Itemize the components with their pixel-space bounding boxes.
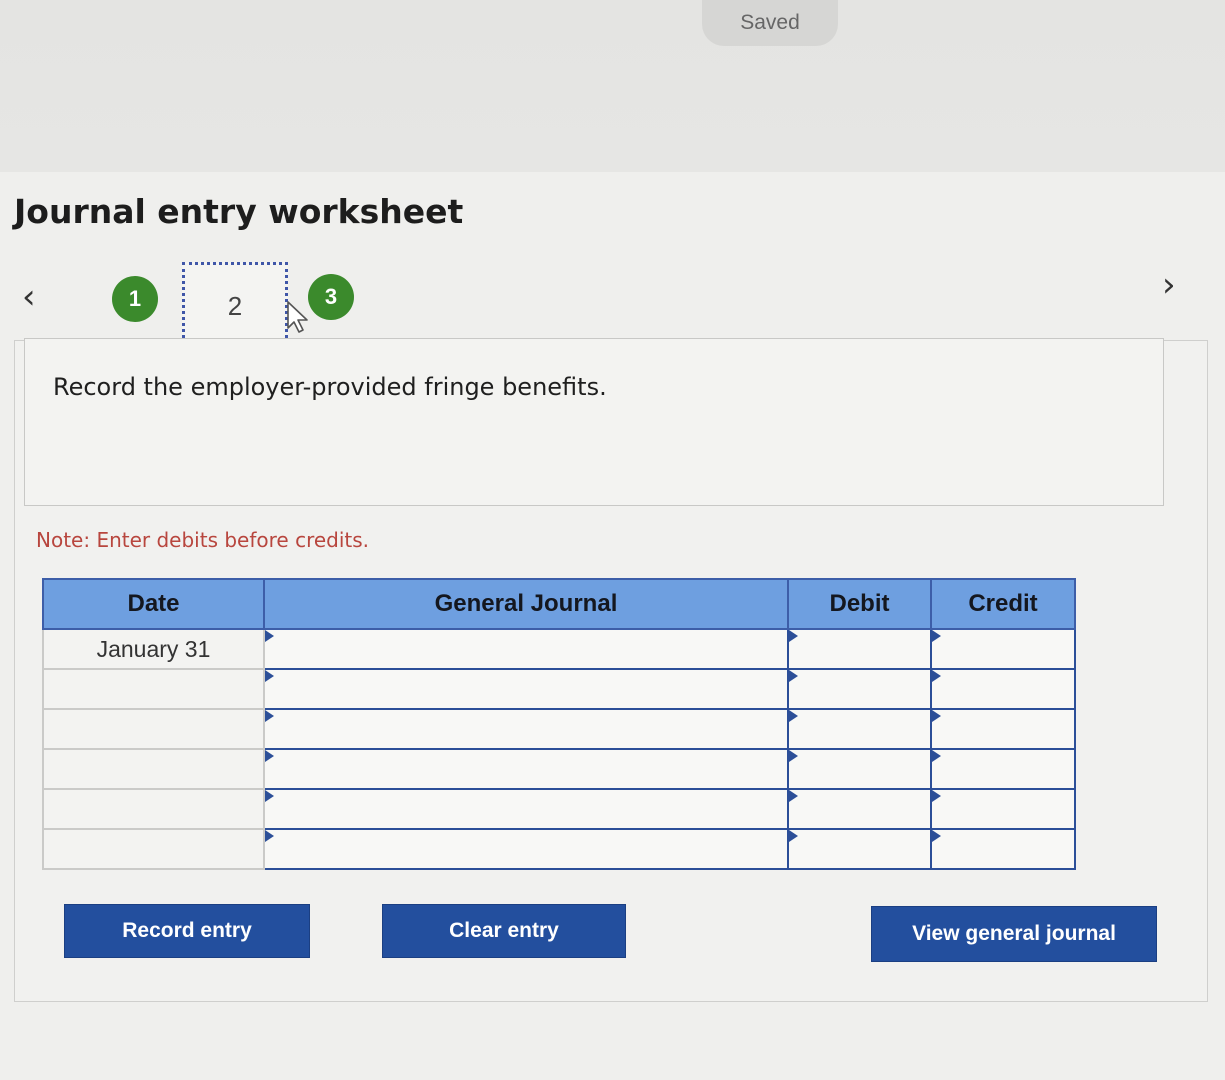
credit-input-cell[interactable] (930, 828, 1076, 870)
record-entry-button[interactable]: Record entry (64, 904, 310, 958)
table-row (42, 828, 1076, 870)
date-cell (42, 708, 265, 750)
cell-flag-icon (932, 750, 941, 762)
debit-input-cell[interactable] (787, 668, 932, 710)
cell-flag-icon (932, 710, 941, 722)
account-input-cell[interactable] (263, 788, 789, 830)
table-row (42, 748, 1076, 790)
mouse-pointer-icon (287, 301, 308, 333)
account-input[interactable] (265, 630, 787, 668)
credit-input[interactable] (932, 670, 1074, 708)
cell-flag-icon (789, 750, 798, 762)
debit-input-cell[interactable] (787, 748, 932, 790)
date-cell (42, 828, 265, 870)
cell-flag-icon (265, 670, 274, 682)
debit-input[interactable] (789, 750, 930, 788)
cell-flag-icon (265, 790, 274, 802)
credit-input-cell[interactable] (930, 788, 1076, 830)
account-input-cell[interactable] (263, 708, 789, 750)
date-cell (42, 788, 265, 830)
credit-input[interactable] (932, 830, 1074, 868)
credit-input-cell[interactable] (930, 628, 1076, 670)
account-input-cell[interactable] (263, 748, 789, 790)
table-header-row: Date General Journal Debit Credit (42, 578, 1076, 630)
debit-input-cell[interactable] (787, 788, 932, 830)
step-3-button[interactable]: 3 (308, 274, 354, 320)
cell-flag-icon (789, 790, 798, 802)
account-input[interactable] (265, 670, 787, 708)
step-2-button[interactable]: 2 (182, 262, 288, 350)
step-1-label: 1 (128, 286, 142, 311)
clear-entry-button[interactable]: Clear entry (382, 904, 626, 958)
step-1-button[interactable]: 1 (112, 276, 158, 322)
journal-entry-table: Date General Journal Debit Credit Januar… (42, 578, 1076, 870)
debit-input[interactable] (789, 790, 930, 828)
date-cell: January 31 (42, 628, 265, 670)
cell-flag-icon (932, 670, 941, 682)
debit-column-header: Debit (787, 578, 932, 630)
date-cell (42, 748, 265, 790)
debit-input-cell[interactable] (787, 628, 932, 670)
date-column-header: Date (42, 578, 265, 630)
table-row (42, 668, 1076, 710)
credit-input[interactable] (932, 710, 1074, 748)
cell-flag-icon (265, 750, 274, 762)
credit-column-header: Credit (930, 578, 1076, 630)
saved-status-badge: Saved (702, 0, 838, 46)
account-input[interactable] (265, 710, 787, 748)
account-input-cell[interactable] (263, 668, 789, 710)
cell-flag-icon (932, 630, 941, 642)
account-input-cell[interactable] (263, 828, 789, 870)
debit-input[interactable] (789, 830, 930, 868)
credit-input-cell[interactable] (930, 668, 1076, 710)
account-input[interactable] (265, 830, 787, 868)
account-input[interactable] (265, 750, 787, 788)
account-input[interactable] (265, 790, 787, 828)
debit-input-cell[interactable] (787, 708, 932, 750)
view-general-journal-button[interactable]: View general journal (871, 906, 1157, 962)
cell-flag-icon (265, 630, 274, 642)
instruction-box: Record the employer-provided fringe bene… (24, 338, 1164, 506)
cell-flag-icon (932, 830, 941, 842)
cell-flag-icon (789, 710, 798, 722)
step-2-label: 2 (227, 290, 243, 321)
credit-input-cell[interactable] (930, 708, 1076, 750)
instruction-text: Record the employer-provided fringe bene… (53, 373, 607, 401)
credit-input[interactable] (932, 790, 1074, 828)
credit-input-cell[interactable] (930, 748, 1076, 790)
table-row: January 31 (42, 628, 1076, 670)
debit-input[interactable] (789, 710, 930, 748)
cell-flag-icon (265, 710, 274, 722)
cell-flag-icon (789, 630, 798, 642)
account-input-cell[interactable] (263, 628, 789, 670)
credit-input[interactable] (932, 750, 1074, 788)
date-cell (42, 668, 265, 710)
credit-input[interactable] (932, 630, 1074, 668)
journal-column-header: General Journal (263, 578, 789, 630)
cell-flag-icon (265, 830, 274, 842)
table-row (42, 788, 1076, 830)
step-3-label: 3 (324, 284, 338, 309)
cell-flag-icon (789, 830, 798, 842)
debit-input-cell[interactable] (787, 828, 932, 870)
debit-input[interactable] (789, 670, 930, 708)
cell-flag-icon (932, 790, 941, 802)
table-row (42, 708, 1076, 750)
entry-note: Note: Enter debits before credits. (36, 528, 370, 552)
chevron-left-icon[interactable]: ‹ (22, 280, 36, 314)
debit-input[interactable] (789, 630, 930, 668)
page-title: Journal entry worksheet (14, 192, 464, 231)
chevron-right-icon[interactable]: › (1162, 268, 1176, 302)
cell-flag-icon (789, 670, 798, 682)
